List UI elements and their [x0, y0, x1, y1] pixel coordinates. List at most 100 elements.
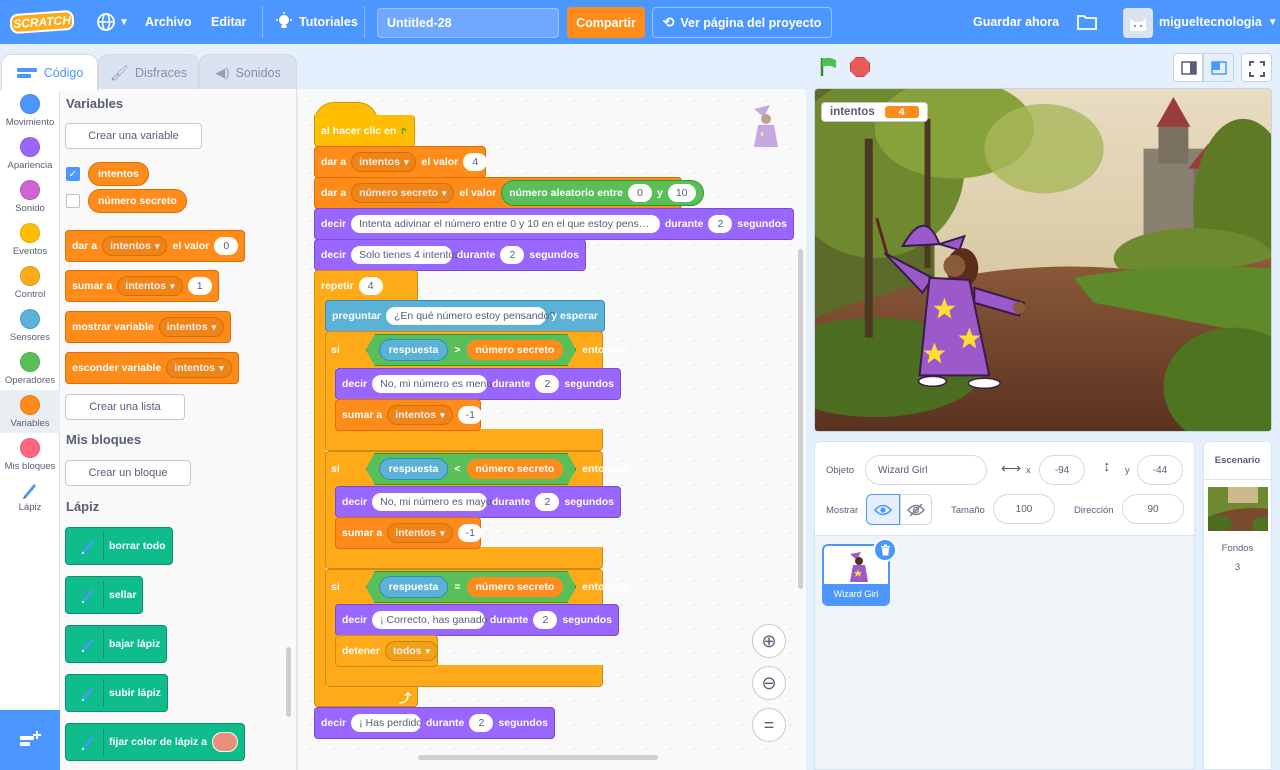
set-variable-block[interactable]: dar a número secreto el valor número ale… — [314, 177, 704, 209]
category-pen[interactable]: Lápiz — [0, 476, 60, 519]
variable-dropdown[interactable]: intentos — [158, 317, 225, 337]
tab-code[interactable]: Código — [1, 54, 98, 91]
say-for-secs-block[interactable]: decir ¡ Correcto, has ganado ! durante 2… — [335, 604, 619, 636]
create-list-button[interactable]: Crear una lista — [65, 394, 185, 420]
pick-random-block[interactable]: número aleatorio entre 0 y 10 — [501, 180, 704, 206]
hide-variable-block[interactable]: esconder variable intentos — [65, 352, 239, 384]
variable-reporter[interactable]: número secreto — [467, 459, 564, 479]
variable-dropdown[interactable]: intentos — [351, 152, 417, 172]
green-flag-button[interactable] — [818, 56, 840, 81]
variable-reporter-numero-secreto[interactable]: número secreto — [88, 189, 187, 213]
value-input[interactable]: 0 — [627, 184, 652, 202]
x-input[interactable]: -94 — [1039, 455, 1085, 485]
say-for-secs-block[interactable]: decir ¡ Has perdido ! durante 2 segundos — [314, 707, 555, 739]
value-input[interactable]: -1 — [457, 524, 482, 542]
zoom-reset-button[interactable]: = — [752, 708, 786, 742]
workspace-horizontal-scrollbar[interactable] — [418, 755, 658, 760]
answer-reporter[interactable]: respuesta — [379, 576, 449, 598]
project-title-input[interactable]: Untitled-28 — [377, 8, 559, 38]
value-input[interactable]: 2 — [535, 375, 560, 393]
color-swatch[interactable] — [212, 732, 239, 752]
equals-block[interactable]: respuesta = número secreto — [366, 571, 577, 603]
tab-sounds[interactable]: ◀) Sonidos — [199, 54, 297, 90]
hide-sprite-button[interactable] — [900, 494, 932, 525]
text-input[interactable]: Solo tienes 4 intentos — [351, 246, 460, 264]
value-input[interactable]: 2 — [533, 611, 558, 629]
sprite-name-input[interactable]: Wizard Girl — [865, 455, 987, 485]
save-now-button[interactable]: Guardar ahora — [973, 0, 1059, 44]
change-variable-block[interactable]: sumar a intentos -1 — [335, 399, 482, 431]
create-block-button[interactable]: Crear un bloque — [65, 460, 191, 486]
pen-stamp-block[interactable]: sellar — [65, 576, 144, 614]
change-variable-block[interactable]: sumar a intentos 1 — [65, 270, 219, 302]
say-for-secs-block[interactable]: decir No, mi número es menor durante 2 s… — [335, 368, 621, 400]
variable-monitor[interactable]: intentos 4 — [821, 102, 928, 122]
size-input[interactable]: 100 — [993, 494, 1055, 524]
answer-reporter[interactable]: respuesta — [379, 339, 449, 361]
my-stuff-button[interactable] — [1077, 0, 1097, 44]
share-button[interactable]: Compartir — [567, 7, 645, 38]
repeat-block[interactable]: repetir 4 — [314, 270, 418, 302]
text-input[interactable]: ¡ Has perdido ! — [351, 714, 428, 732]
pen-up-block[interactable]: subir lápiz — [65, 674, 168, 712]
category-sound[interactable]: Sonido — [0, 175, 60, 218]
change-variable-block[interactable]: sumar a intentos -1 — [335, 517, 482, 549]
value-input[interactable]: 10 — [667, 184, 696, 202]
tab-costumes[interactable]: 🖌 Disfraces — [98, 54, 199, 90]
small-stage-button[interactable] — [1173, 53, 1203, 82]
say-for-secs-block[interactable]: decir Solo tienes 4 intentos durante 2 s… — [314, 239, 586, 271]
set-variable-block[interactable]: dar a intentos el valor 4 — [314, 146, 488, 178]
value-input[interactable]: 1 — [187, 277, 212, 295]
direction-input[interactable]: 90 — [1122, 494, 1184, 524]
variable-checkbox[interactable] — [66, 194, 80, 208]
text-input[interactable]: Intenta adivinar el número entre 0 y 10 … — [351, 215, 660, 233]
account-menu[interactable]: migueltecnologia ▼ — [1159, 0, 1278, 44]
variable-reporter[interactable]: número secreto — [467, 577, 564, 597]
palette-scrollbar[interactable] — [286, 647, 291, 717]
stop-block[interactable]: detener todos — [335, 635, 439, 667]
less-than-block[interactable]: respuesta < número secreto — [366, 453, 577, 485]
variable-dropdown[interactable]: intentos — [117, 276, 183, 296]
category-sensing[interactable]: Sensores — [0, 304, 60, 347]
variable-dropdown[interactable]: número secreto — [351, 183, 455, 203]
pen-clear-block[interactable]: borrar todo — [65, 527, 173, 565]
delete-sprite-button[interactable] — [873, 538, 897, 562]
fullscreen-button[interactable] — [1241, 53, 1272, 82]
when-flag-clicked-block[interactable]: al hacer clic en — [314, 115, 415, 147]
variable-dropdown[interactable]: intentos — [102, 236, 168, 256]
value-input[interactable]: -1 — [457, 406, 482, 424]
variable-dropdown[interactable]: intentos — [166, 358, 232, 378]
set-variable-block[interactable]: dar a intentos el valor 0 — [65, 230, 246, 262]
stop-option-dropdown[interactable]: todos — [384, 641, 439, 661]
category-control[interactable]: Control — [0, 261, 60, 304]
zoom-out-button[interactable]: ⊖ — [752, 666, 786, 700]
y-input[interactable]: -44 — [1137, 455, 1183, 485]
file-menu[interactable]: Archivo — [145, 0, 192, 44]
ask-and-wait-block[interactable]: preguntar ¿En qué número estoy pensando?… — [325, 300, 605, 332]
edit-menu[interactable]: Editar — [211, 0, 246, 44]
tutorials-button[interactable]: Tutoriales — [275, 0, 358, 44]
pen-color-block[interactable]: fijar color de lápiz a — [65, 723, 246, 761]
category-looks[interactable]: Apariencia — [0, 132, 60, 175]
category-events[interactable]: Eventos — [0, 218, 60, 261]
variable-reporter-intentos[interactable]: intentos — [88, 162, 149, 186]
language-menu[interactable]: ▼ — [96, 0, 129, 44]
value-input[interactable]: 4 — [358, 277, 383, 295]
create-variable-button[interactable]: Crear una variable — [65, 123, 202, 149]
stop-button[interactable] — [850, 57, 870, 77]
stage[interactable]: intentos 4 — [814, 88, 1272, 432]
pen-down-block[interactable]: bajar lápiz — [65, 625, 168, 663]
text-input[interactable]: No, mi número es mayor — [372, 493, 495, 511]
scratch-logo[interactable]: SCRATCH — [9, 9, 75, 35]
value-input[interactable]: 0 — [214, 237, 239, 255]
value-input[interactable]: 2 — [535, 493, 560, 511]
stage-selector[interactable]: Escenario Fondos 3 — [1203, 441, 1272, 770]
category-my-blocks[interactable]: Mis bloques — [0, 433, 60, 476]
variable-checkbox[interactable]: ✓ — [66, 167, 80, 181]
text-input[interactable]: ¡ Correcto, has ganado ! — [372, 611, 493, 629]
value-input[interactable]: 2 — [708, 215, 733, 233]
avatar[interactable] — [1123, 8, 1153, 38]
say-for-secs-block[interactable]: decir Intenta adivinar el número entre 0… — [314, 208, 794, 240]
add-extension-button[interactable] — [0, 710, 60, 770]
category-motion[interactable]: Movimiento — [0, 89, 60, 132]
